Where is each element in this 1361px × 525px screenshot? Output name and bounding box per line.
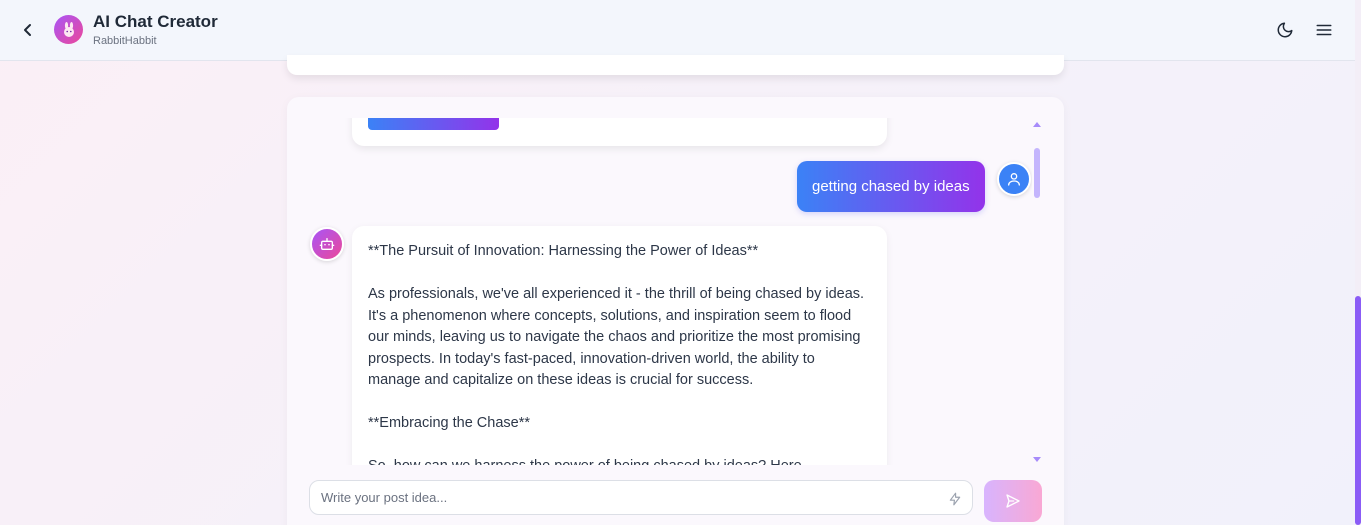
app-header: AI Chat Creator RabbitHabbit [0,0,1355,61]
bot-message-heading: **The Pursuit of Innovation: Harnessing … [368,243,759,259]
robot-icon [319,238,335,250]
chat-scrollbar-thumb[interactable] [1034,148,1040,198]
bot-message-paragraph: As professionals, we've all experienced … [368,286,865,388]
chat-scrollbar[interactable] [1033,120,1041,464]
app-subtitle: RabbitHabbit [93,35,157,47]
scroll-up-arrow-icon[interactable] [1033,120,1041,128]
chevron-left-icon [24,24,31,36]
post-idea-input[interactable] [321,481,931,514]
user-message-bubble: getting chased by ideas [797,161,985,212]
menu-icon [1316,24,1332,36]
bot-message-subheading: **Embracing the Chase** [368,415,531,431]
bot-avatar [310,227,344,261]
theme-toggle-button[interactable] [1273,18,1297,42]
scroll-down-arrow-icon[interactable] [1033,456,1041,464]
bot-message-paragraph: So, how can we harness the power of bein… [368,456,871,465]
back-button[interactable] [16,18,40,42]
previous-bot-message [352,118,887,146]
previous-message-action-button[interactable] [368,118,499,130]
post-idea-input-box [309,480,973,515]
user-icon [1008,173,1020,186]
moon-icon [1277,22,1293,38]
page-scrollbar-thumb[interactable] [1355,296,1361,525]
previous-post-card [287,55,1064,75]
app-title: AI Chat Creator [93,12,218,31]
user-avatar [997,162,1031,196]
bot-message-bubble: **The Pursuit of Innovation: Harnessing … [352,226,887,465]
chat-messages[interactable]: getting chased by ideas **The Pursuit of… [297,118,1032,465]
send-button[interactable] [984,480,1042,522]
send-icon [1006,494,1020,508]
lightning-icon[interactable] [947,491,963,507]
menu-button[interactable] [1312,18,1336,42]
rabbit-logo-icon [54,15,83,44]
